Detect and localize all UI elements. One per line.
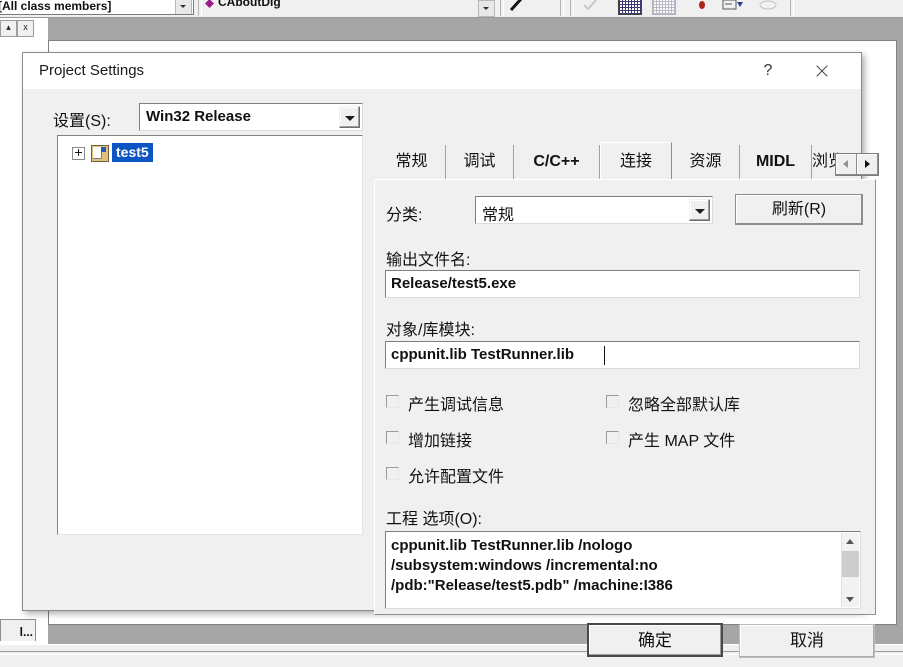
object-library-input[interactable]: cppunit.lib TestRunner.lib <box>385 341 860 369</box>
project-options-value: cppunit.lib TestRunner.lib /nologo /subs… <box>391 537 673 594</box>
expand-plus-icon[interactable] <box>72 147 85 160</box>
active-class-name: CAboutDlg <box>218 0 281 9</box>
chevron-down-icon[interactable] <box>689 199 710 221</box>
document-restore-button[interactable]: ▴ <box>0 20 17 37</box>
grid-icon[interactable] <box>618 0 642 15</box>
shape-icon[interactable] <box>758 0 777 13</box>
page-title: Project Settings <box>39 62 145 79</box>
ok-button[interactable]: 确定 <box>587 623 723 657</box>
toolbar-separator-2 <box>500 0 504 16</box>
tab-midl[interactable]: MIDL <box>740 145 812 179</box>
list-arrow-icon[interactable] <box>722 0 743 13</box>
checkmark-icon[interactable] <box>582 0 599 13</box>
chevron-down-icon[interactable] <box>339 106 360 128</box>
class-combo-chevron-icon[interactable] <box>478 0 495 17</box>
toolbar-separator <box>198 0 202 16</box>
project-options-scrollbar[interactable] <box>841 533 859 607</box>
object-library-value: cppunit.lib TestRunner.lib <box>391 346 575 363</box>
settings-combo[interactable]: Win32 Release <box>139 103 363 131</box>
tab-scroll-buttons <box>835 153 879 176</box>
ide-toolbar: [All class members] CAboutDlg <box>0 0 903 18</box>
scroll-up-icon[interactable] <box>842 533 859 549</box>
pencil-icon[interactable] <box>508 0 525 13</box>
tab-resources[interactable]: 资源 <box>672 145 740 179</box>
tab-scroll-left-icon[interactable] <box>836 154 857 175</box>
checkbox-box[interactable] <box>606 395 619 408</box>
checkbox-box[interactable] <box>386 467 399 480</box>
checkbox-label: 增加链接 <box>408 433 473 450</box>
grid-light-icon[interactable] <box>652 0 676 15</box>
toolbar-separator-5 <box>790 0 794 16</box>
close-icon <box>815 64 830 79</box>
dialog-title-bar: Project Settings ? <box>23 53 861 89</box>
chevron-down-icon[interactable] <box>175 0 192 14</box>
output-file-label: 输出文件名: <box>386 252 471 269</box>
checkbox-label: 产生调试信息 <box>408 397 505 414</box>
checkbox-label: 产生 MAP 文件 <box>628 433 736 450</box>
category-combo-value: 常规 <box>482 207 515 224</box>
help-button[interactable]: ? <box>745 56 791 86</box>
document-close-button[interactable]: x <box>17 20 34 37</box>
ide-output-tab[interactable]: l... <box>0 619 36 641</box>
text-caret <box>604 346 605 365</box>
output-file-value: Release/test5.exe <box>391 275 517 292</box>
purple-diamond-icon <box>205 0 214 8</box>
tab-general[interactable]: 常规 <box>378 145 446 179</box>
tree-item-label: test5 <box>112 143 153 162</box>
cancel-button[interactable]: 取消 <box>739 624 875 658</box>
project-icon <box>91 145 109 162</box>
checkbox-label: 允许配置文件 <box>408 469 505 486</box>
checkbox-box[interactable] <box>386 395 399 408</box>
settings-row: 设置(S): Win32 Release <box>53 103 363 131</box>
category-combo[interactable]: 常规 <box>475 196 713 224</box>
refresh-button[interactable]: 刷新(R) <box>735 194 863 225</box>
scrollbar-thumb[interactable] <box>842 551 859 577</box>
tab-debug[interactable]: 调试 <box>446 145 514 179</box>
tab-link[interactable]: 连接 <box>600 142 672 179</box>
toolbar-separator-4 <box>570 0 574 16</box>
settings-label: 设置(S): <box>53 113 111 130</box>
class-members-combo-value: [All class members] <box>0 0 112 13</box>
bookmark-icon[interactable] <box>694 0 711 13</box>
project-tree[interactable]: test5 <box>57 135 363 535</box>
close-button[interactable] <box>799 56 845 86</box>
checkbox-box[interactable] <box>606 431 619 444</box>
checkbox-label: 忽略全部默认库 <box>628 397 741 414</box>
output-file-input[interactable]: Release/test5.exe <box>385 270 860 298</box>
tab-c-cpp[interactable]: C/C++ <box>514 145 600 179</box>
project-options-textarea[interactable]: cppunit.lib TestRunner.lib /nologo /subs… <box>385 531 861 609</box>
category-label: 分类: <box>386 207 423 224</box>
project-options-label: 工程 选项(O): <box>386 511 482 528</box>
tab-scroll-right-icon[interactable] <box>857 154 878 175</box>
project-settings-dialog: Project Settings ? 设置(S): Win32 Release … <box>22 52 879 658</box>
checkbox-box[interactable] <box>386 431 399 444</box>
object-library-label: 对象/库模块: <box>386 322 475 339</box>
scroll-down-icon[interactable] <box>842 591 859 607</box>
settings-combo-value: Win32 Release <box>146 108 251 125</box>
ide-window-buttons: ▴ x <box>0 20 44 38</box>
toolbar-separator-3 <box>560 0 564 16</box>
settings-tabstrip: 常规 调试 C/C++ 连接 资源 MIDL 浏览 <box>378 142 838 179</box>
class-members-combo[interactable]: [All class members] <box>0 0 194 15</box>
